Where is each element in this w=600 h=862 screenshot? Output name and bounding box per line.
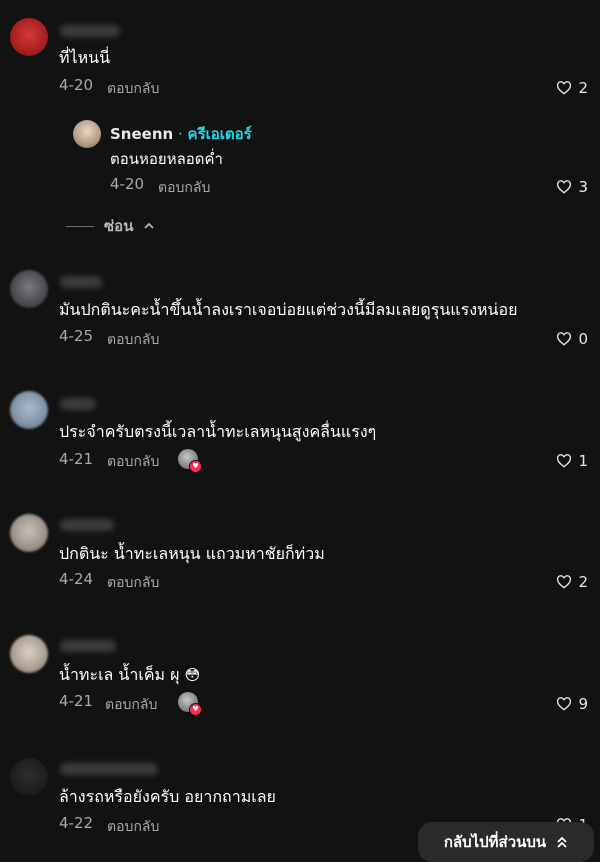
like-button[interactable]: 9 <box>556 695 588 713</box>
avatar[interactable] <box>10 758 48 796</box>
like-count: 0 <box>578 330 588 348</box>
comment-text: ที่ไหนนี่ <box>59 48 111 67</box>
flushed-face-emoji: 😳 <box>184 666 201 684</box>
hide-replies-label: ซ่อน <box>104 217 134 235</box>
reply-username[interactable]: Sneenn <box>110 125 173 143</box>
reply-author-line: Sneenn · ครีเอเตอร์ <box>110 122 252 146</box>
reply-button[interactable]: ตอบกลับ <box>107 451 159 473</box>
comment-date: 4-22 <box>59 814 94 832</box>
reply-button[interactable]: ตอบกลับ <box>107 816 159 838</box>
avatar[interactable] <box>10 391 48 429</box>
heart-outline-icon <box>557 180 572 194</box>
comment-text: ปกตินะ น้ำทะเลหนุน แถวมหาชัยก็ท่วม <box>59 544 325 563</box>
username-blurred[interactable] <box>60 640 116 652</box>
comment-date: 4-24 <box>59 570 94 588</box>
reply-text: ตอนหอยหลอดค่ำ <box>110 150 223 168</box>
divider-line <box>66 225 94 227</box>
username-blurred[interactable] <box>60 519 114 531</box>
comment-date: 4-21 <box>59 450 94 468</box>
like-button[interactable]: 2 <box>556 79 588 97</box>
username-blurred[interactable] <box>60 25 120 37</box>
comment-text: ล้างรถหรือยังครับ อยากถามเลย <box>59 787 276 806</box>
back-to-top-label: กลับไปที่ส่วนบน <box>443 833 547 851</box>
chevron-up-icon <box>144 222 155 229</box>
avatar[interactable] <box>73 120 101 148</box>
reply-button[interactable]: ตอบกลับ <box>158 177 210 199</box>
like-count: 2 <box>578 79 588 97</box>
heart-outline-icon <box>557 81 572 95</box>
creator-badge: ครีเอเตอร์ <box>187 125 252 143</box>
reply-button[interactable]: ตอบกลับ <box>107 572 159 594</box>
like-count: 2 <box>578 573 588 591</box>
separator-dot: · <box>177 125 183 143</box>
like-count: 3 <box>578 178 588 196</box>
avatar[interactable] <box>10 18 48 56</box>
like-button[interactable]: 3 <box>556 178 588 196</box>
reply-button[interactable]: ตอบกลับ <box>107 329 159 351</box>
comment-text-body: น้ำทะเล น้ำเค็ม ผุ <box>59 665 180 684</box>
creator-liked-heart-icon: ♥ <box>189 703 202 716</box>
comment-text: น้ำทะเล น้ำเค็ม ผุ 😳 <box>59 663 200 688</box>
avatar[interactable] <box>10 514 48 552</box>
heart-outline-icon <box>557 454 572 468</box>
comment-date: 4-20 <box>59 76 94 94</box>
comment-text: มันปกตินะคะน้ำขึ้นน้ำลงเราเจอบ่อยแต่ช่วง… <box>59 300 518 319</box>
comment-date: 4-25 <box>59 327 94 345</box>
like-button[interactable]: 1 <box>556 452 588 470</box>
heart-outline-icon <box>557 697 572 711</box>
back-to-top-button[interactable]: กลับไปที่ส่วนบน <box>418 822 594 862</box>
avatar[interactable] <box>10 635 48 673</box>
reply-button[interactable]: ตอบกลับ <box>105 694 157 716</box>
reply-date: 4-20 <box>110 175 145 193</box>
like-count: 1 <box>578 452 588 470</box>
creator-liked-heart-icon: ♥ <box>189 460 202 473</box>
hide-replies-toggle[interactable]: ซ่อน <box>66 214 155 238</box>
username-blurred[interactable] <box>60 398 96 410</box>
like-button[interactable]: 2 <box>556 573 588 591</box>
reply-button[interactable]: ตอบกลับ <box>107 78 159 100</box>
avatar[interactable] <box>10 270 48 308</box>
comment-date: 4-21 <box>59 692 94 710</box>
comment-text: ประจำครับตรงนี้เวลาน้ำทะเลหนุนสูงคลื่นแร… <box>59 422 377 441</box>
like-count: 9 <box>578 695 588 713</box>
username-blurred[interactable] <box>60 763 158 775</box>
like-button[interactable]: 0 <box>556 330 588 348</box>
double-chevron-up-icon <box>557 836 567 848</box>
heart-outline-icon <box>557 332 572 346</box>
username-blurred[interactable] <box>60 276 102 288</box>
heart-outline-icon <box>557 575 572 589</box>
